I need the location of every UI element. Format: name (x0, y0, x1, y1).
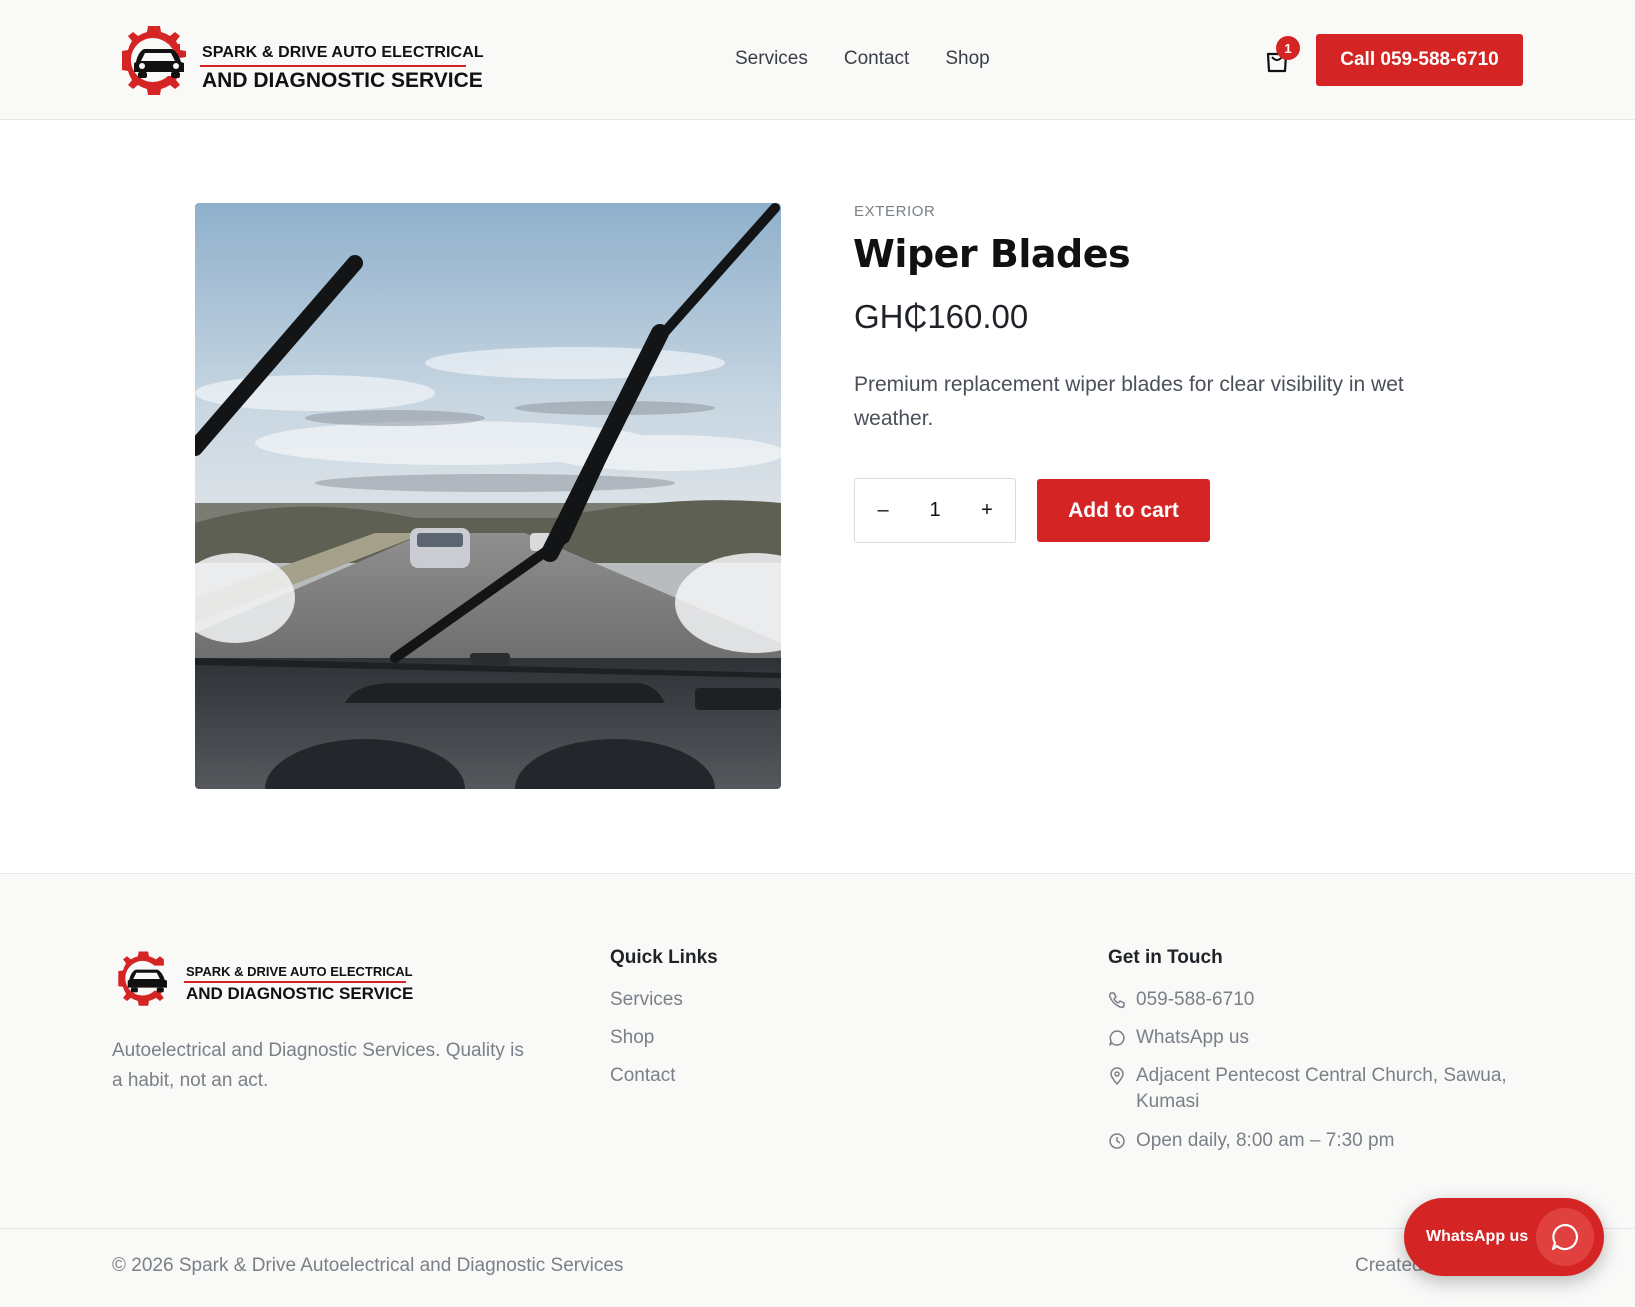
contact-hours: Open daily, 8:00 am – 7:30 pm (1108, 1128, 1394, 1154)
brand-logo[interactable]: SPARK & DRIVE AUTO ELECTRICAL AND DIAGNO… (114, 22, 484, 100)
contact-address: Adjacent Pentecost Central Church, Sawua… (1108, 1063, 1538, 1115)
site-header: SPARK & DRIVE AUTO ELECTRICAL AND DIAGNO… (0, 0, 1635, 120)
product-category[interactable]: EXTERIOR (854, 203, 935, 220)
brand-line-2: AND DIAGNOSTIC SERVICE (202, 69, 483, 92)
contact-phone-text: 059-588-6710 (1136, 989, 1255, 1010)
quantity-value[interactable]: 1 (921, 499, 949, 522)
contact-address-text: Adjacent Pentecost Central Church, Sawua… (1136, 1065, 1507, 1112)
nav-link-services[interactable]: Services (735, 48, 808, 70)
nav-link-shop[interactable]: Shop (945, 48, 989, 70)
footer-brand-line-2: AND DIAGNOSTIC SERVICE (186, 984, 414, 1003)
copyright-text: © 2026 Spark & Drive Autoelectrical and … (112, 1255, 624, 1276)
site-footer: SPARK & DRIVE AUTO ELECTRICAL AND DIAGNO… (0, 873, 1635, 1307)
call-button[interactable]: Call 059-588-6710 (1316, 34, 1523, 86)
wiper-windshield-photo (195, 203, 781, 789)
clock-icon (1109, 1133, 1125, 1149)
product-description: Premium replacement wiper blades for cle… (854, 373, 1404, 430)
main-nav: Services Contact Shop (735, 48, 990, 70)
chat-bubble-icon (1109, 1030, 1125, 1046)
cart-count-badge: 1 (1276, 36, 1300, 60)
add-to-cart-button[interactable]: Add to cart (1037, 479, 1210, 542)
footer-brand-logo[interactable]: SPARK & DRIVE AUTO ELECTRICAL AND DIAGNO… (112, 948, 414, 1013)
whatsapp-float-button[interactable]: WhatsApp us (1404, 1198, 1604, 1276)
whatsapp-float-icon-wrap (1536, 1208, 1594, 1266)
quantity-increment-button[interactable]: + (973, 499, 1001, 522)
phone-icon (1108, 992, 1125, 1009)
brand-line-1: SPARK & DRIVE AUTO ELECTRICAL (202, 44, 484, 61)
product-title: Wiper Blades (853, 232, 1131, 276)
footer-brand-line-1: SPARK & DRIVE AUTO ELECTRICAL (186, 964, 413, 979)
footer-link-shop[interactable]: Shop (610, 1027, 654, 1049)
quantity-decrement-button[interactable]: – (869, 499, 897, 522)
footer-divider (0, 1228, 1635, 1229)
chat-bubble-icon (1551, 1223, 1579, 1251)
gear-car-logo-icon (122, 26, 186, 95)
quick-links-heading: Quick Links (610, 947, 718, 968)
gear-car-logo-icon (118, 951, 167, 1006)
contact-whatsapp-text: WhatsApp us (1136, 1027, 1249, 1048)
footer-link-services[interactable]: Services (610, 989, 683, 1011)
contact-whatsapp[interactable]: WhatsApp us (1108, 1025, 1249, 1051)
footer-tagline: Autoelectrical and Diagnostic Services. … (112, 1040, 524, 1091)
product-price: GH₵160.00 (854, 298, 1029, 335)
brand-divider (200, 65, 466, 67)
product-image (195, 203, 781, 789)
contact-hours-text: Open daily, 8:00 am – 7:30 pm (1136, 1130, 1395, 1151)
map-pin-icon (1110, 1067, 1124, 1085)
nav-link-contact[interactable]: Contact (844, 48, 909, 70)
get-in-touch-heading: Get in Touch (1108, 947, 1223, 968)
footer-link-contact[interactable]: Contact (610, 1065, 675, 1087)
quantity-stepper: – 1 + (854, 478, 1016, 543)
whatsapp-float-label: WhatsApp us (1426, 1228, 1529, 1245)
footer-brand-divider (184, 981, 406, 983)
contact-phone[interactable]: 059-588-6710 (1108, 987, 1254, 1013)
